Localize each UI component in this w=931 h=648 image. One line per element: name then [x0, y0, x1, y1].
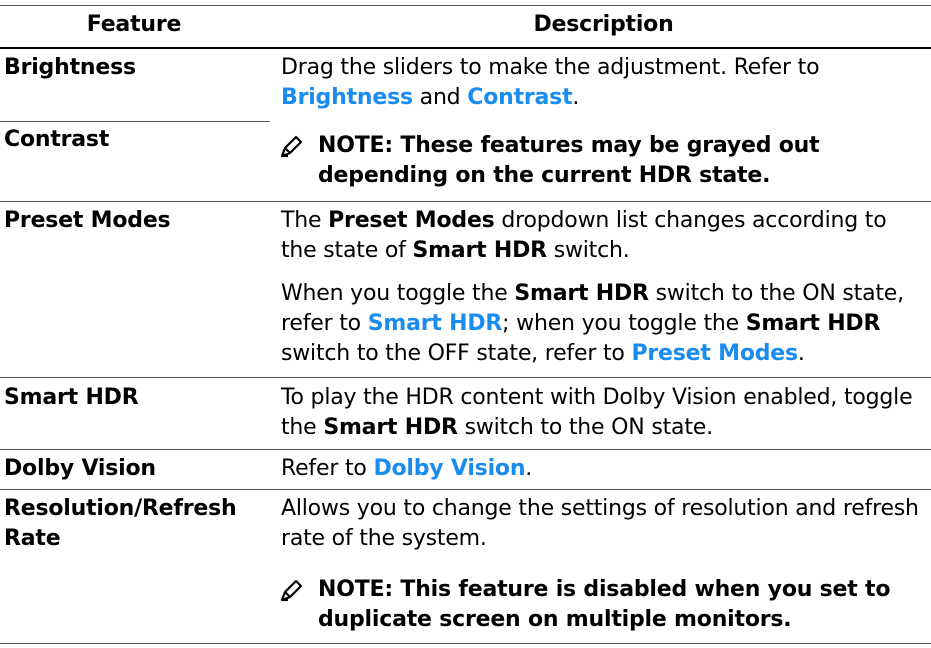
feature-dolby-vision: Dolby Vision [4, 456, 156, 481]
resolution-note-text: NOTE: This feature is disabled when you … [318, 577, 891, 632]
row-divider [0, 377, 931, 378]
note-pencil-icon [280, 579, 303, 602]
resolution-note: NOTE: This feature is disabled when you … [280, 575, 926, 635]
link-dolby-vision[interactable]: Dolby Vision [373, 456, 525, 481]
header-feature: Feature [86, 12, 182, 37]
brightness-description: Drag the sliders to make the adjustment.… [281, 55, 820, 110]
feature-resolution-refresh-rate: Resolution/Refresh Rate [4, 496, 237, 551]
contrast-note: NOTE: These features may be grayed out d… [280, 131, 926, 191]
note-pencil-icon [280, 135, 303, 158]
contrast-note-text: NOTE: These features may be grayed out d… [318, 133, 820, 188]
preset-modes-description-2: When you toggle the Smart HDR switch to … [281, 281, 904, 366]
dolby-vision-description: Refer to Dolby Vision. [281, 456, 533, 481]
bottom-rule [0, 643, 931, 644]
row-divider [0, 489, 931, 490]
top-rule [0, 5, 931, 6]
row-divider [0, 449, 931, 450]
row-divider [0, 201, 931, 202]
preset-modes-description-1: The Preset Modes dropdown list changes a… [281, 208, 887, 263]
feature-preset-modes: Preset Modes [4, 208, 171, 233]
feature-contrast: Contrast [4, 127, 110, 152]
link-contrast[interactable]: Contrast [467, 85, 572, 110]
link-smart-hdr[interactable]: Smart HDR [368, 311, 503, 336]
link-preset-modes[interactable]: Preset Modes [631, 341, 798, 366]
feature-brightness: Brightness [4, 55, 136, 80]
row-divider [0, 121, 270, 122]
header-rule [0, 47, 931, 49]
resolution-description: Allows you to change the settings of res… [281, 496, 919, 551]
smart-hdr-description: To play the HDR content with Dolby Visio… [281, 385, 913, 440]
link-brightness[interactable]: Brightness [281, 85, 413, 110]
feature-smart-hdr: Smart HDR [4, 385, 139, 410]
header-description: Description [533, 12, 674, 37]
